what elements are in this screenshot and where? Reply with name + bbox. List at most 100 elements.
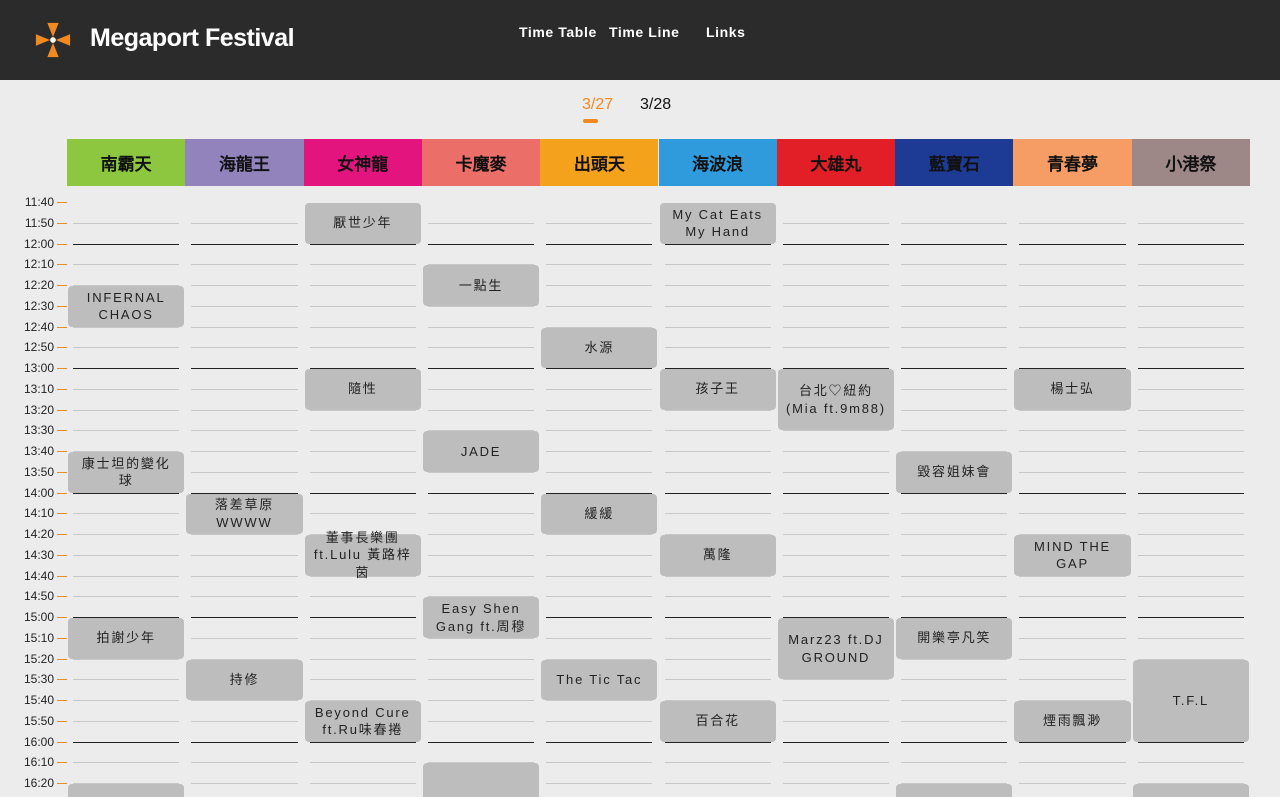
time-tick xyxy=(57,554,67,556)
grid-line xyxy=(901,575,1008,577)
grid-line xyxy=(427,534,535,535)
grid-line xyxy=(191,596,298,598)
grid-line xyxy=(427,637,535,639)
grid-line xyxy=(1137,264,1244,266)
grid-line xyxy=(901,264,1008,266)
performance-slot[interactable]: 萬隆 xyxy=(659,535,776,576)
time-label: 15:20 xyxy=(23,651,54,666)
performance-slot[interactable]: 隨性 xyxy=(304,369,421,410)
hour-grid-line xyxy=(546,617,653,618)
grid-line xyxy=(427,513,535,515)
grid-line xyxy=(427,409,535,411)
nav-time-table[interactable]: Time Table xyxy=(519,24,597,40)
grid-line xyxy=(782,554,890,556)
time-label: 16:20 xyxy=(23,776,54,790)
performance-slot[interactable]: 水源 xyxy=(541,327,658,368)
grid-line xyxy=(191,326,298,328)
grid-line xyxy=(427,305,535,307)
nav-time-line[interactable]: Time Line xyxy=(609,24,680,40)
performance-slot[interactable]: 厭世少年 xyxy=(304,203,421,244)
grid-line xyxy=(782,783,890,784)
grid-line xyxy=(782,430,890,432)
grid-line xyxy=(546,388,653,390)
grid-line xyxy=(901,554,1008,556)
performance-slot[interactable]: The Tic Tac xyxy=(541,659,658,700)
grid-line xyxy=(1019,222,1126,224)
hour-grid-line xyxy=(546,368,653,369)
performance-slot[interactable]: 緩緩 xyxy=(541,493,658,534)
performance-slot[interactable]: 拍謝少年 xyxy=(68,618,185,659)
grid-line xyxy=(546,637,653,639)
performance-slot[interactable]: 一點生 xyxy=(422,265,540,306)
festival-logo-icon[interactable] xyxy=(34,21,72,59)
time-label: 12:00 xyxy=(23,236,54,251)
performance-slot[interactable]: 落差草原WWWW xyxy=(186,493,303,534)
grid-line xyxy=(546,596,653,598)
time-tick xyxy=(57,285,67,286)
grid-line xyxy=(309,679,416,681)
performance-slot[interactable]: Beyond Cure ft.Ru味春捲 xyxy=(304,701,421,742)
date-tab-0328[interactable]: 3/28 xyxy=(640,96,671,114)
date-tab-0327[interactable]: 3/27 xyxy=(582,96,613,114)
nav-links[interactable]: Links xyxy=(706,24,746,40)
performance-slot[interactable]: My Cat Eats My Hand xyxy=(659,203,776,244)
performance-slot[interactable] xyxy=(896,784,1013,797)
performance-slot[interactable]: 開樂亭凡笑 xyxy=(896,618,1013,659)
grid-line xyxy=(901,720,1008,722)
hour-grid-line xyxy=(901,243,1008,245)
performance-slot[interactable]: JADE xyxy=(422,431,540,472)
performance-slot[interactable]: MIND THE GAP xyxy=(1014,535,1131,576)
performance-slot[interactable]: 台北♡紐約 (Mia ft.9m88) xyxy=(777,369,895,431)
performance-slot[interactable]: 楊士弘 xyxy=(1014,369,1131,410)
performance-slot[interactable] xyxy=(68,784,185,797)
grid-line xyxy=(1019,347,1126,349)
grid-line xyxy=(191,222,298,224)
performance-slot[interactable]: 煙雨飄渺 xyxy=(1014,701,1131,742)
hour-grid-line xyxy=(1137,368,1244,369)
grid-line xyxy=(1137,471,1244,473)
performance-slot[interactable]: 董事長樂團 ft.Lulu 黃路梓茵 xyxy=(304,530,421,580)
grid-line xyxy=(191,409,298,411)
performance-slot[interactable]: INFERNAL CHAOS xyxy=(68,286,185,327)
performance-slot[interactable] xyxy=(422,763,540,797)
grid-line xyxy=(901,679,1008,681)
time-tick xyxy=(57,471,67,473)
grid-line xyxy=(901,596,1008,598)
top-navigation-bar: Megaport Festival Time Table Time Line L… xyxy=(0,0,1280,80)
grid-line xyxy=(191,264,298,266)
performance-slot[interactable]: 百合花 xyxy=(659,701,776,742)
grid-line xyxy=(191,347,298,349)
schedule-timeline[interactable]: 11:40 11:50 12:00 12:10 12:20 12:30 12:40 12:50… xyxy=(0,186,1280,797)
performance-slot[interactable]: Marz23 ft.DJ GROUND xyxy=(777,618,895,680)
grid-line xyxy=(664,637,771,639)
grid-line xyxy=(546,471,653,473)
grid-line xyxy=(309,285,416,286)
brand-name[interactable]: Megaport Festival xyxy=(90,24,295,53)
hour-grid-line xyxy=(191,243,298,245)
performance-slot[interactable] xyxy=(1132,784,1249,797)
grid-line xyxy=(901,409,1008,411)
grid-line xyxy=(73,430,180,432)
time-tick xyxy=(57,700,67,701)
grid-line xyxy=(1019,451,1126,452)
time-label: 14:30 xyxy=(23,547,54,562)
grid-line xyxy=(546,285,653,286)
grid-line xyxy=(546,305,653,307)
performance-slot[interactable]: 康士坦的變化球 xyxy=(68,452,185,493)
grid-line xyxy=(664,513,771,515)
hour-grid-line xyxy=(664,243,771,245)
performance-slot[interactable]: 持修 xyxy=(186,659,303,700)
performance-slot[interactable]: 孩子王 xyxy=(659,369,776,410)
performance-slot[interactable]: Easy Shen Gang ft.周穆 xyxy=(422,597,540,638)
time-tick xyxy=(57,326,67,328)
grid-line xyxy=(901,285,1008,286)
grid-line xyxy=(546,762,653,764)
grid-line xyxy=(1019,783,1126,784)
hour-grid-line xyxy=(309,243,416,245)
time-label: 12:30 xyxy=(23,298,54,313)
grid-line xyxy=(901,347,1008,349)
performance-slot[interactable]: T.F.L xyxy=(1132,659,1249,742)
time-label: 13:20 xyxy=(23,402,54,417)
performance-slot[interactable]: 毀容姐妹會 xyxy=(896,452,1013,493)
hour-grid-line xyxy=(782,243,890,245)
